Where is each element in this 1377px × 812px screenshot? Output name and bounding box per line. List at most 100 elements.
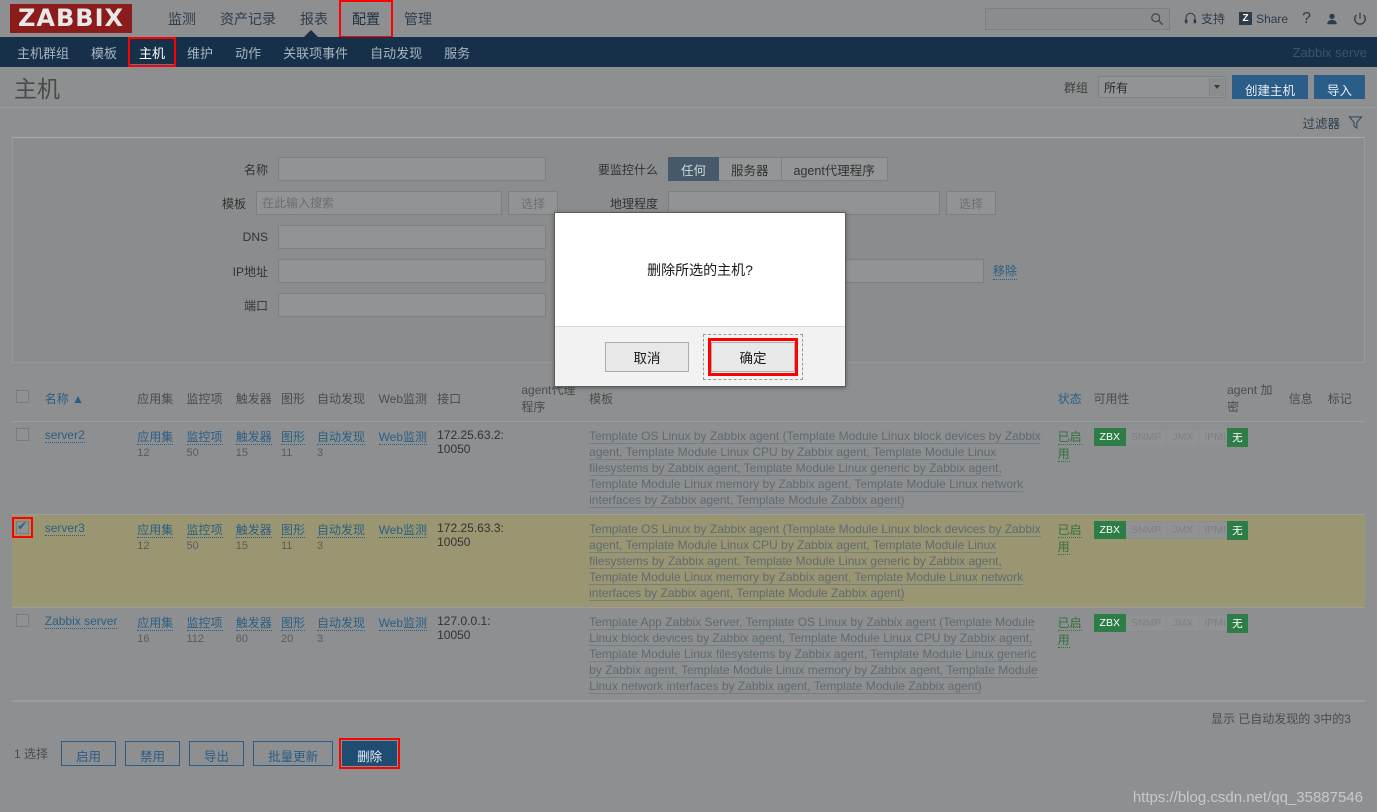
triggers-link[interactable]: 触发器 <box>235 430 272 445</box>
status-link[interactable]: 已启用 <box>1057 523 1082 555</box>
subnav-item-correlation[interactable]: 关联项事件 <box>272 37 359 67</box>
web-link[interactable]: Web监测 <box>378 430 428 445</box>
subnav-item-hosts[interactable]: 主机 <box>128 37 177 67</box>
subnav-item-templates[interactable]: 模板 <box>80 37 128 67</box>
graphs-link[interactable]: 图形 <box>280 523 305 538</box>
applications-link[interactable]: 应用集 <box>137 430 174 445</box>
filter-proxy-select-button[interactable]: 选择 <box>946 191 996 215</box>
host-table: 名称 ▲ 应用集 监控项 触发器 图形 自动发现 Web监测 接口 agent代… <box>12 375 1365 701</box>
row-proxy-cell <box>517 421 586 515</box>
nav-item-inventory[interactable]: 资产记录 <box>208 1 288 37</box>
table-row[interactable]: Zabbix server 应用集 16 监控项 112 触发器 60 图形 2… <box>12 607 1365 701</box>
filter-template-select-button[interactable]: 选择 <box>508 191 558 215</box>
col-status[interactable]: 状态 <box>1053 375 1090 422</box>
user-icon <box>1327 13 1337 24</box>
nav-item-administration[interactable]: 管理 <box>392 1 444 37</box>
paging-text: 显示 已自动发现的 3中的3 <box>1210 712 1351 726</box>
row-availability-cell: ZBX SNMP JMX IPMI <box>1089 607 1232 701</box>
subnav-item-discovery[interactable]: 自动发现 <box>359 37 433 67</box>
items-link[interactable]: 监控项 <box>186 430 223 445</box>
subnav-item-maintenance[interactable]: 维护 <box>176 37 224 67</box>
col-availability: 可用性 <box>1089 375 1224 422</box>
export-button[interactable]: 导出 <box>189 740 245 766</box>
paging-summary: 显示 已自动发现的 3中的3 <box>12 701 1365 733</box>
subnav-item-actions[interactable]: 动作 <box>224 37 272 67</box>
col-tags: 标记 <box>1323 375 1365 422</box>
items-link[interactable]: 监控项 <box>186 523 223 538</box>
templates-link[interactable]: Template OS Linux by Zabbix agent (Templ… <box>589 522 1041 601</box>
host-name-link[interactable]: server3 <box>44 521 85 536</box>
triggers-link[interactable]: 触发器 <box>235 616 272 631</box>
items-count: 50 <box>186 447 199 459</box>
discovery-link[interactable]: 自动发现 <box>316 616 365 631</box>
row-checkbox[interactable] <box>16 614 29 627</box>
filter-port-input[interactable] <box>278 293 546 317</box>
filter-tag-value-input[interactable] <box>822 259 985 283</box>
delete-button[interactable]: 删除 <box>339 737 401 769</box>
monitored-by-option-server[interactable]: 服务器 <box>719 157 782 181</box>
enable-button[interactable]: 启用 <box>61 740 117 766</box>
web-link[interactable]: Web监测 <box>378 616 428 631</box>
group-select-value: 所有 <box>1103 80 1128 95</box>
templates-link[interactable]: Template OS Linux by Zabbix agent (Templ… <box>589 429 1041 508</box>
group-select[interactable]: 所有 <box>1097 76 1226 98</box>
graphs-link[interactable]: 图形 <box>280 430 305 445</box>
encryption-badge: 无 <box>1227 614 1248 633</box>
filter-template-input[interactable] <box>256 191 502 215</box>
discovery-link[interactable]: 自动发现 <box>316 523 365 538</box>
monitored-by-option-any[interactable]: 任何 <box>668 157 720 181</box>
user-profile-link[interactable] <box>1325 12 1339 26</box>
host-name-link[interactable]: server2 <box>44 428 85 443</box>
global-search[interactable] <box>985 7 1171 30</box>
row-info-cell <box>1284 607 1324 701</box>
status-link[interactable]: 已启用 <box>1057 430 1082 462</box>
filter-tag-remove-link[interactable]: 移除 <box>993 262 1018 280</box>
share-link[interactable]: Z Share <box>1239 12 1288 26</box>
discovery-count: 3 <box>316 633 324 645</box>
row-discovery-cell: 自动发现 3 <box>312 607 375 701</box>
mass-update-button[interactable]: 批量更新 <box>253 740 334 766</box>
funnel-icon[interactable] <box>1348 115 1363 130</box>
status-link[interactable]: 已启用 <box>1057 616 1082 648</box>
row-tags-cell <box>1323 421 1365 515</box>
col-name[interactable]: 名称 ▲ <box>40 375 134 422</box>
row-interface-cell: 172.25.63.2: 10050 <box>433 421 518 515</box>
row-checkbox[interactable] <box>12 517 33 538</box>
avail-jmx: JMX <box>1167 614 1200 632</box>
filter-name-input[interactable] <box>278 157 546 181</box>
logout-link[interactable] <box>1353 12 1367 26</box>
select-all-checkbox[interactable] <box>16 390 29 403</box>
row-info-cell <box>1284 421 1324 515</box>
triggers-link[interactable]: 触发器 <box>235 523 272 538</box>
row-checkbox[interactable] <box>16 428 29 441</box>
table-row[interactable]: server3 应用集 12 监控项 50 触发器 15 <box>12 514 1365 608</box>
subnav-item-services[interactable]: 服务 <box>433 37 481 67</box>
items-link[interactable]: 监控项 <box>186 616 223 631</box>
applications-link[interactable]: 应用集 <box>137 616 174 631</box>
discovery-link[interactable]: 自动发现 <box>316 430 365 445</box>
monitored-by-option-proxy[interactable]: agent代理程序 <box>781 157 888 181</box>
web-link[interactable]: Web监测 <box>378 523 428 538</box>
select-all-cell <box>12 375 41 422</box>
nav-item-monitoring[interactable]: 监测 <box>156 1 208 37</box>
templates-link[interactable]: Template App Zabbix Server, Template OS … <box>589 615 1038 694</box>
filter-dns-input[interactable] <box>278 225 546 249</box>
filter-tab-label[interactable]: 过滤器 <box>1302 113 1340 132</box>
nav-item-configuration[interactable]: 配置 <box>339 0 393 38</box>
import-button[interactable]: 导入 <box>1313 75 1365 99</box>
support-link[interactable]: 支持 <box>1184 10 1225 27</box>
discovery-count: 3 <box>316 540 324 552</box>
dialog-cancel-button[interactable]: 取消 <box>605 341 689 372</box>
table-row[interactable]: server2 应用集 12 监控项 50 触发器 15 图形 11 自动发现 … <box>12 421 1365 515</box>
items-count: 50 <box>186 540 199 552</box>
power-icon <box>1354 12 1366 25</box>
dialog-confirm-button[interactable]: 确定 <box>711 341 795 372</box>
disable-button[interactable]: 禁用 <box>125 740 181 766</box>
create-host-button[interactable]: 创建主机 <box>1231 75 1308 99</box>
subnav-item-host-groups[interactable]: 主机群组 <box>6 37 80 67</box>
host-name-link[interactable]: Zabbix server <box>44 614 118 629</box>
graphs-link[interactable]: 图形 <box>280 616 305 631</box>
filter-ip-input[interactable] <box>278 259 546 283</box>
applications-link[interactable]: 应用集 <box>137 523 174 538</box>
help-link[interactable]: ? <box>1302 10 1311 28</box>
